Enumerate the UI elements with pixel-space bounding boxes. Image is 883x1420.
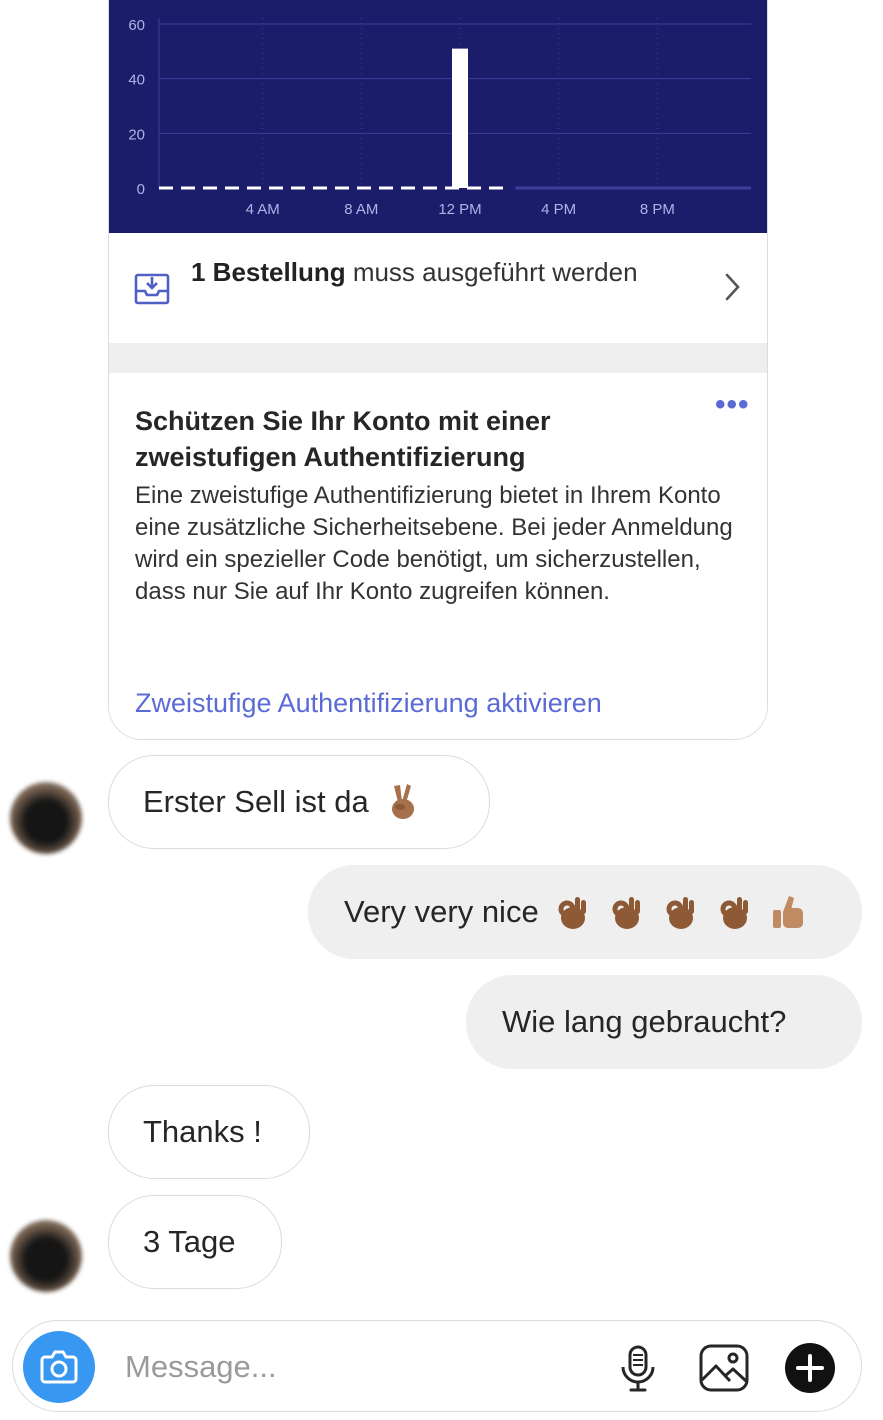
emoji-group [539, 892, 809, 932]
message-bubble-incoming[interactable]: 3 Tage [108, 1195, 282, 1289]
two-factor-description: Eine zweistufige Authentifizierung biete… [135, 482, 733, 605]
message-text: Thanks ! [143, 1114, 262, 1149]
y-tick-label: 0 [137, 181, 145, 198]
plus-circle-icon[interactable] [783, 1341, 837, 1395]
store-summary-card: 60 40 20 0 4 AM 8 AM 12 PM 4 PM 8 PM 1 Bestellun… [108, 0, 768, 740]
message-text: Erster Sell ist da [143, 784, 369, 819]
pending-orders-count: 1 Bestellung [191, 257, 346, 287]
ok-hand-emoji-icon [720, 897, 748, 929]
message-bubble-incoming[interactable]: Erster Sell ist da [108, 755, 490, 849]
gallery-icon[interactable] [697, 1341, 751, 1395]
two-factor-promo: Schützen Sie Ihr Konto mit einer zweistu… [109, 373, 767, 739]
avatar[interactable] [10, 782, 82, 854]
pending-orders-rest: muss ausgeführt werden [345, 257, 638, 287]
camera-icon [40, 1350, 78, 1384]
message-text: Wie lang gebraucht? [502, 1004, 787, 1039]
x-tick-label: 4 PM [541, 201, 576, 218]
message-bubble-outgoing[interactable]: Wie lang gebraucht? [466, 975, 862, 1069]
orders-bar-chart: 60 40 20 0 4 AM 8 AM 12 PM 4 PM 8 PM [128, 17, 751, 218]
victory-hand-emoji-icon [391, 784, 414, 819]
message-input[interactable] [125, 1343, 565, 1391]
message-text: 3 Tage [143, 1224, 236, 1259]
message-composer [12, 1320, 862, 1412]
chevron-right-icon [725, 273, 740, 301]
thumbs-up-emoji-icon [772, 896, 803, 928]
ok-hand-emoji-icon [558, 897, 586, 929]
x-tick-label: 12 PM [438, 201, 481, 218]
more-options-icon[interactable]: ••• [715, 390, 751, 420]
enable-two-factor-link[interactable]: Zweistufige Authentifizierung aktivieren [135, 685, 745, 721]
x-tick-label: 4 AM [246, 201, 280, 218]
x-tick-label: 8 PM [640, 201, 675, 218]
y-tick-label: 20 [128, 126, 145, 143]
camera-button[interactable] [23, 1331, 95, 1403]
microphone-icon[interactable] [611, 1341, 665, 1395]
pending-orders-row[interactable]: 1 Bestellung muss ausgeführt werden [109, 233, 767, 344]
ok-hand-emoji-icon [666, 897, 694, 929]
message-bubble-incoming[interactable]: Thanks ! [108, 1085, 310, 1179]
two-factor-title: Schützen Sie Ihr Konto mit einer zweistu… [135, 406, 551, 472]
orders-chart: 60 40 20 0 4 AM 8 AM 12 PM 4 PM 8 PM [109, 0, 767, 233]
message-bubble-outgoing[interactable]: Very very nice [308, 865, 862, 959]
section-divider [109, 343, 767, 373]
pending-orders-text: 1 Bestellung muss ausgeführt werden [191, 254, 671, 290]
y-tick-label: 60 [128, 17, 145, 34]
avatar[interactable] [10, 1220, 82, 1292]
message-text: Very very nice [344, 894, 539, 929]
x-tick-label: 8 AM [344, 201, 378, 218]
y-tick-label: 40 [128, 72, 145, 89]
ok-hand-emoji-icon [612, 897, 640, 929]
inbox-download-icon [134, 273, 170, 305]
bar-hour-12 [452, 48, 468, 188]
